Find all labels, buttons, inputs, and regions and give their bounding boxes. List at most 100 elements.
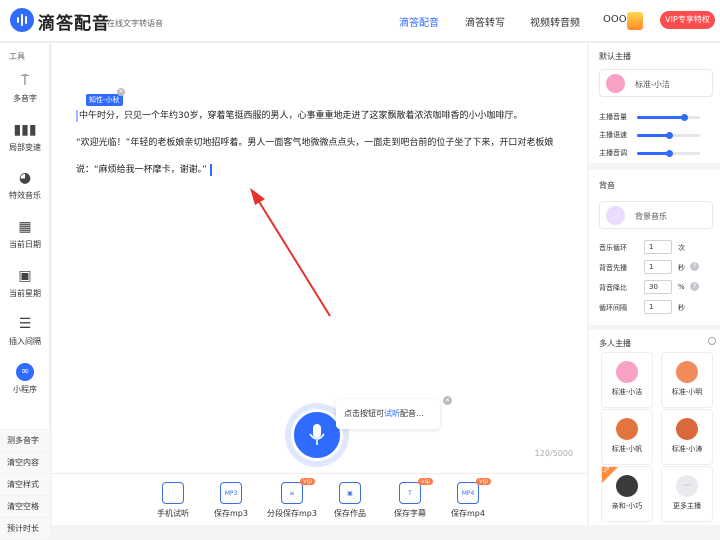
mp4-file-icon: MP4 [457, 482, 479, 504]
left-link[interactable]: 预计时长 [0, 517, 50, 539]
setting-input[interactable]: 1 [644, 240, 672, 254]
setting-unit: 秒 [678, 264, 685, 272]
tool-label: 特效音乐 [9, 191, 41, 200]
multi-anchor-tile[interactable]: 亲和-小巧 VIP [601, 465, 653, 522]
bgm-setting-row: 背音先播 1 秒? [599, 260, 719, 274]
setting-input[interactable]: 1 [644, 260, 672, 274]
tool-calendar[interactable]: ▦ 当前日期 [0, 218, 50, 250]
multi-anchor-title: 多人主播 [599, 339, 631, 348]
speed-icon: ▮▮▮ [13, 122, 37, 138]
slider-label: 主播音调 [599, 149, 627, 157]
nav-tts[interactable]: 滴答配音 [399, 14, 439, 29]
default-anchor-name: 标准-小洁 [635, 80, 670, 89]
action-label: 分段保存mp3 [267, 509, 317, 518]
tool-label: 当前日期 [9, 240, 41, 249]
text-cursor [209, 163, 212, 176]
action-list[interactable]: ≡ 分段保存mp3 vip [262, 478, 322, 519]
setting-unit: % [678, 283, 685, 291]
tool-label: 当前星期 [9, 289, 41, 298]
help-icon[interactable]: ? [690, 282, 699, 291]
microphone-icon [309, 424, 325, 445]
list-icon: ≡ [281, 482, 303, 504]
setting-label: 背音先播 [599, 264, 627, 272]
anchor-avatar [676, 418, 698, 440]
editor-content[interactable]: 中午时分，只见一个年约30岁，穿着笔挺西服的男人，心事重重地走进了这家飘散着浓浓… [76, 103, 554, 184]
setting-input[interactable]: 30 [644, 280, 672, 294]
slider-knob[interactable] [681, 114, 689, 121]
slider-track[interactable] [637, 114, 700, 121]
polyphone-icon: ⍑ [20, 73, 30, 89]
nav-video-to-audio[interactable]: 视频转音频 [530, 14, 580, 29]
default-anchor-card: 默认主播 标准-小洁 主播音量7 主播语速5 主播音调5 [589, 43, 720, 163]
app-title: 滴答配音 [38, 14, 110, 34]
slider-label: 主播语速 [599, 131, 627, 139]
action-label: 保存字幕 [394, 509, 426, 518]
default-anchor-selector[interactable]: 标准-小洁 [599, 69, 713, 97]
app-subtitle: 在线文字转语音 [107, 19, 163, 28]
slider-track[interactable] [637, 150, 700, 157]
tool-polyphone[interactable]: ⍑ 多音字 [0, 72, 50, 104]
anchor-name: 标准-小帆 [611, 445, 643, 453]
setting-input[interactable]: 1 [644, 300, 672, 314]
anchor-name: 标准-小洁 [611, 388, 643, 396]
paragraph-2: “欢迎光临！”年轻的老板娘亲切地招呼着。男人一面客气地微微点点头，一面走到吧台前… [76, 138, 554, 176]
action-label: 手机试听 [157, 509, 189, 518]
multi-anchor-tile[interactable]: 标准-小明 [661, 352, 713, 408]
anchor-avatar [616, 475, 638, 497]
bgm-title: 背音 [599, 181, 615, 190]
left-link[interactable]: 测多音字 [0, 429, 50, 451]
setting-label: 音乐循环 [599, 244, 627, 252]
calendar-week-icon: ▣ [18, 268, 32, 284]
left-link[interactable]: 清空空格 [0, 495, 50, 517]
music-disc-icon: ◕ [18, 170, 32, 186]
nav-transcribe[interactable]: 滴答转写 [465, 14, 505, 29]
slider-row: 主播音调5 [599, 146, 719, 158]
action-mp3-file[interactable]: MP3 保存mp3 [201, 482, 261, 519]
tool-interval[interactable]: ☰ 插入间隔 [0, 315, 50, 347]
action-label: 保存作品 [334, 509, 366, 518]
tool-music-disc[interactable]: ◕ 特效音乐 [0, 169, 50, 201]
action-save[interactable]: ▣ 保存作品 [320, 482, 380, 519]
multi-anchor-tile[interactable]: 标准-小涛 [661, 409, 713, 465]
vip-badge: vip [476, 478, 492, 485]
anchor-avatar [606, 74, 625, 93]
user-name[interactable]: OOO [603, 14, 627, 25]
bgm-selector[interactable]: 背景音乐 [599, 201, 713, 229]
left-link[interactable]: 清空内容 [0, 451, 50, 473]
setting-label: 背音降比 [599, 284, 627, 292]
slider-knob[interactable] [665, 132, 673, 139]
calendar-icon: ▦ [18, 219, 32, 235]
music-icon [606, 206, 625, 225]
voice-tag-close-icon[interactable]: ✕ [117, 88, 125, 96]
slider-knob[interactable] [665, 150, 673, 157]
action-label: 保存mp3 [214, 509, 248, 518]
interval-icon: ☰ [18, 316, 32, 332]
more-icon: ··· [676, 475, 698, 497]
multi-anchor-tile[interactable]: ··· 更多主播 [661, 466, 713, 522]
action-mp4-file[interactable]: MP4 保存mp4 vip [438, 478, 498, 519]
action-phone[interactable]: 手机试听 [143, 482, 203, 519]
anchor-avatar [616, 361, 638, 383]
tool-mini-program[interactable]: ∞ 小程序 [0, 363, 50, 395]
anchor-avatar [616, 418, 638, 440]
multi-anchor-tile[interactable]: 标准-小帆 [601, 409, 653, 465]
save-icon: ▣ [339, 482, 361, 504]
multi-anchor-tile[interactable]: 标准-小洁 [601, 352, 653, 408]
tip-close-icon[interactable]: ✕ [443, 396, 452, 405]
tool-label: 插入间隔 [9, 337, 41, 346]
slider-row: 主播语速5 [599, 128, 719, 140]
left-link[interactable]: 清空样式 [0, 473, 50, 495]
voice-tag[interactable]: 知性-小秋 [86, 94, 123, 106]
action-subtitle[interactable]: T 保存字幕 vip [380, 478, 440, 519]
tool-speed[interactable]: ▮▮▮ 局部变速 [0, 121, 50, 153]
default-anchor-title: 默认主播 [599, 52, 631, 61]
logo-icon [10, 8, 34, 32]
slider-track[interactable] [637, 132, 700, 139]
user-avatar[interactable] [627, 12, 643, 30]
vip-privilege-button[interactable]: VIP专享特权 [660, 11, 715, 29]
tool-calendar-week[interactable]: ▣ 当前星期 [0, 267, 50, 299]
help-icon[interactable]: ? [690, 262, 699, 271]
setting-label: 循环间隔 [599, 304, 627, 312]
gear-icon[interactable] [708, 337, 716, 345]
slider-fill [637, 134, 669, 137]
